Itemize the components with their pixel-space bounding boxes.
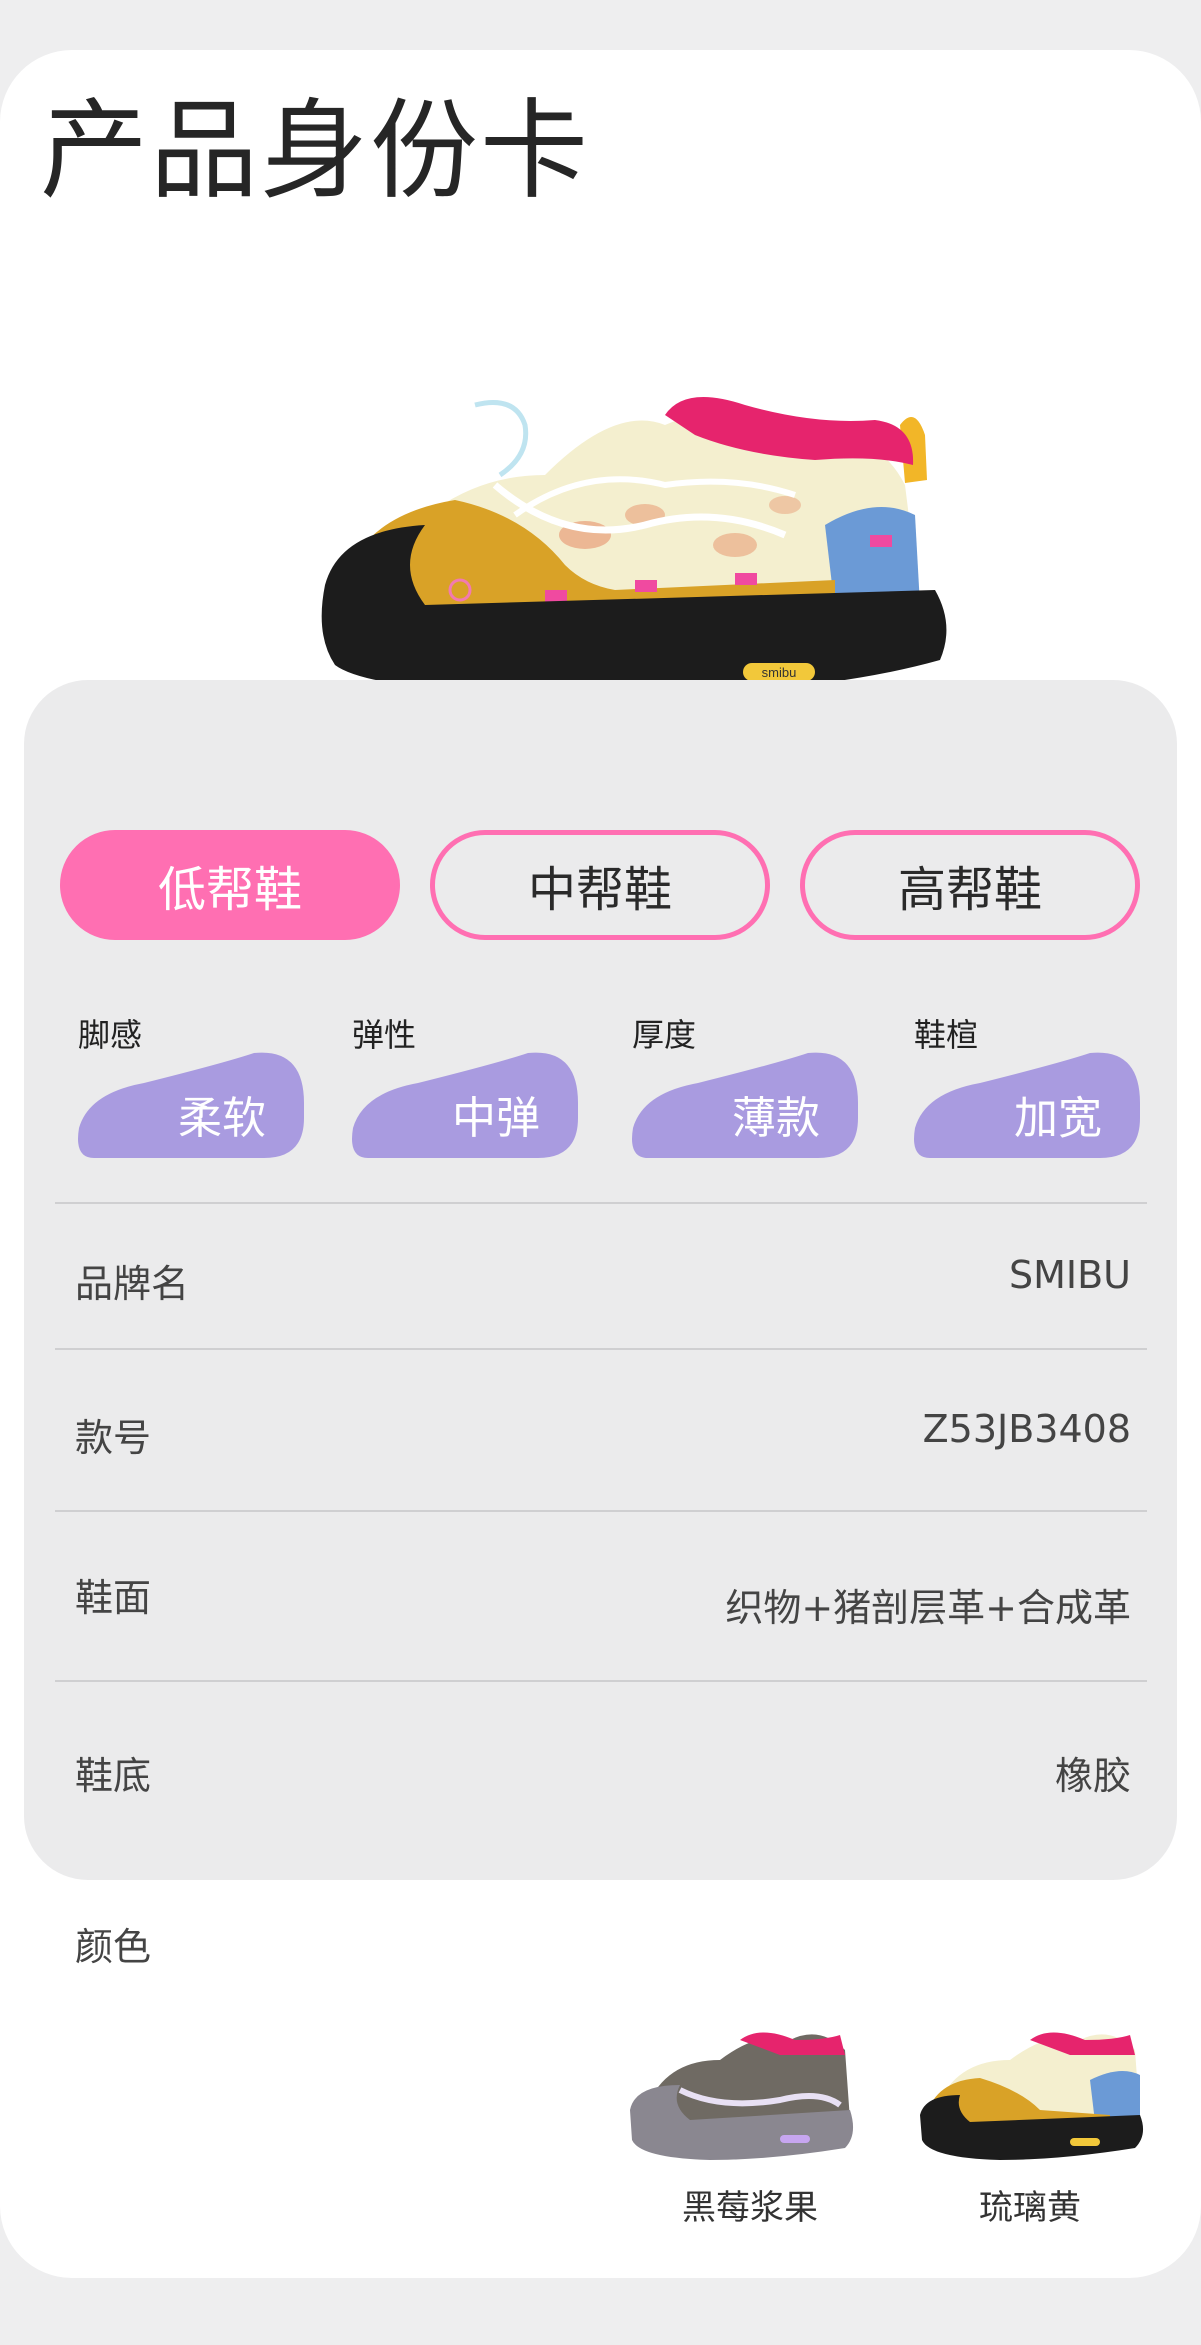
- color-option-label[interactable]: 黑莓浆果: [620, 2180, 880, 2229]
- color-section-title: 颜色: [75, 1925, 152, 1969]
- attr-feel: 脚感 柔软: [74, 1010, 304, 1160]
- attr-value: 中弹: [452, 1093, 540, 1144]
- attr-value: 加宽: [1014, 1093, 1102, 1144]
- spec-value-model: Z53JB3408: [922, 1407, 1131, 1451]
- spec-value-sole: 橡胶: [1054, 1754, 1131, 1798]
- spec-value-brand: SMIBU: [1009, 1253, 1131, 1297]
- spec-label-brand: 品牌名: [75, 1262, 190, 1306]
- divider: [55, 1348, 1147, 1350]
- spec-label-upper: 鞋面: [75, 1576, 152, 1620]
- spec-label-model: 款号: [75, 1416, 152, 1460]
- attr-last: 鞋楦 加宽: [910, 1010, 1140, 1160]
- attr-value: 柔软: [178, 1093, 266, 1144]
- attr-value: 薄款: [732, 1093, 820, 1144]
- divider: [55, 1680, 1147, 1682]
- spec-label-sole: 鞋底: [75, 1754, 152, 1798]
- color-swatch-blackberry[interactable]: [620, 2010, 860, 2170]
- divider: [55, 1510, 1147, 1512]
- attr-thickness: 厚度 薄款: [628, 1010, 858, 1160]
- tab-low-top[interactable]: 低帮鞋: [60, 830, 400, 940]
- attr-elasticity: 弹性 中弹: [348, 1010, 578, 1160]
- tab-mid-top[interactable]: 中帮鞋: [430, 830, 770, 940]
- sole-logo-text: smibu: [762, 665, 797, 680]
- color-option-label[interactable]: 琉璃黄: [900, 2180, 1160, 2229]
- spec-value-upper: 织物+猪剖层革+合成革: [725, 1586, 1131, 1630]
- tab-high-top[interactable]: 高帮鞋: [800, 830, 1140, 940]
- color-swatch-glaze-yellow[interactable]: [910, 2010, 1150, 2170]
- page-title: 产品身份卡: [40, 89, 591, 214]
- divider: [55, 1202, 1147, 1204]
